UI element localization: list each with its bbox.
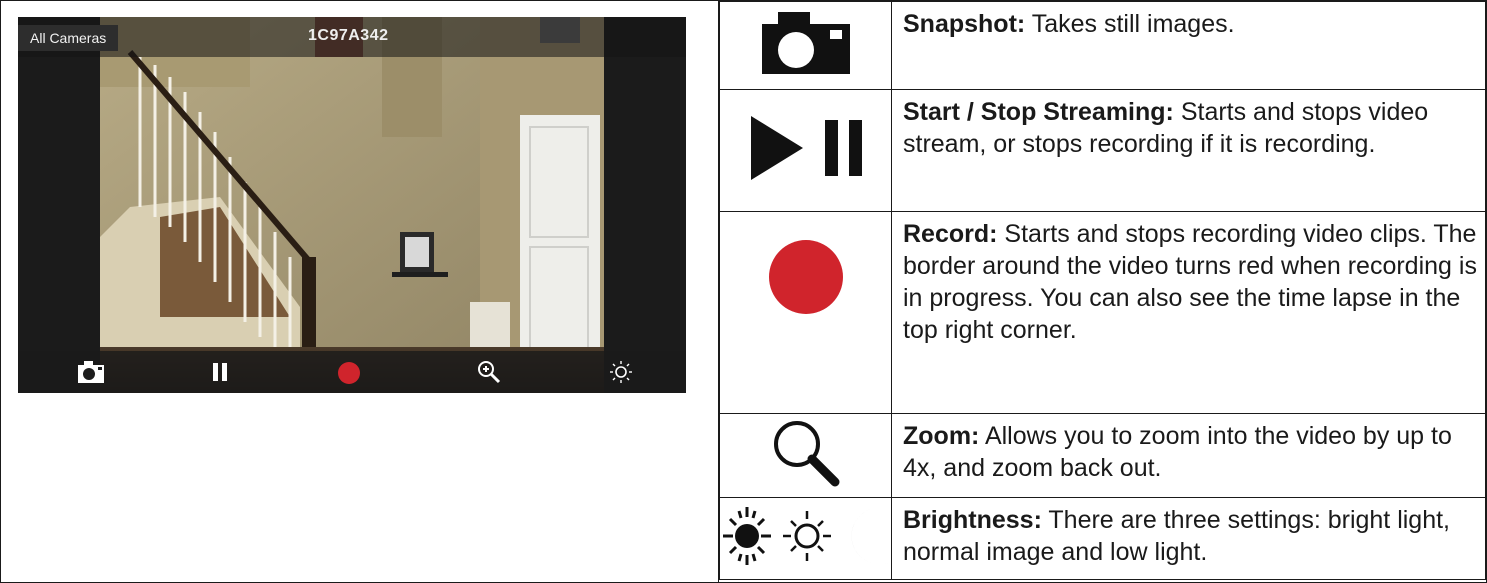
letterbox-right xyxy=(604,17,686,393)
letterbox-left xyxy=(18,17,100,393)
legend-row-streaming: Start / Stop Streaming: Starts and stops… xyxy=(719,89,1486,212)
legend-icon-cell xyxy=(719,89,892,212)
camera-id-label: 1C97A342 xyxy=(308,27,389,44)
legend-row-snapshot: Snapshot: Takes still images. xyxy=(719,1,1486,90)
all-cameras-button[interactable]: All Cameras xyxy=(18,25,119,51)
camera-view[interactable]: All Cameras 1C97A342 xyxy=(18,17,686,393)
play-pause-icon xyxy=(750,116,862,180)
legend-title: Record: xyxy=(903,220,998,248)
record-icon xyxy=(768,239,843,314)
normal-sun-icon xyxy=(782,511,831,561)
legend-icon-cell xyxy=(719,497,892,580)
camera-toolbar xyxy=(18,351,686,393)
magnifier-icon xyxy=(773,421,839,487)
legend-text-cell: Snapshot: Takes still images. xyxy=(891,1,1486,90)
legend-title: Snapshot: xyxy=(903,10,1026,38)
camera-icon xyxy=(761,12,850,74)
zoom-in-icon[interactable] xyxy=(476,359,502,385)
legend-row-brightness: Brightness: There are three settings: br… xyxy=(719,497,1486,580)
brightness-modes-icon xyxy=(722,507,889,565)
legend-icon-cell xyxy=(719,413,892,498)
legend-text-cell: Record: Starts and stops recording video… xyxy=(891,211,1486,414)
legend-title: Start / Stop Streaming: xyxy=(903,98,1174,126)
camera-icon[interactable] xyxy=(76,359,106,385)
legend-text-cell: Brightness: There are three settings: br… xyxy=(891,497,1486,580)
legend-text-cell: Zoom: Allows you to zoom into the video … xyxy=(891,413,1486,498)
camera-video-frame xyxy=(100,17,604,393)
legend-description: Takes still images. xyxy=(1025,10,1235,38)
legend-text-cell: Start / Stop Streaming: Starts and stops… xyxy=(891,89,1486,212)
legend-description: Allows you to zoom into the video by up … xyxy=(903,422,1452,482)
legend-row-record: Record: Starts and stops recording video… xyxy=(719,211,1486,414)
legend-row-zoom: Zoom: Allows you to zoom into the video … xyxy=(719,413,1486,498)
legend-icon-cell xyxy=(719,211,892,414)
brightness-icon[interactable] xyxy=(608,359,634,385)
legend-icon-cell xyxy=(719,1,892,90)
moon-icon xyxy=(851,509,889,565)
bright-sun-icon xyxy=(722,507,771,565)
legend-title: Zoom: xyxy=(903,422,980,450)
record-dot-icon[interactable] xyxy=(336,359,362,385)
controls-legend-table: Snapshot: Takes still images. Start / St… xyxy=(719,1,1486,580)
pause-icon[interactable] xyxy=(210,359,230,385)
legend-title: Brightness: xyxy=(903,506,1042,534)
